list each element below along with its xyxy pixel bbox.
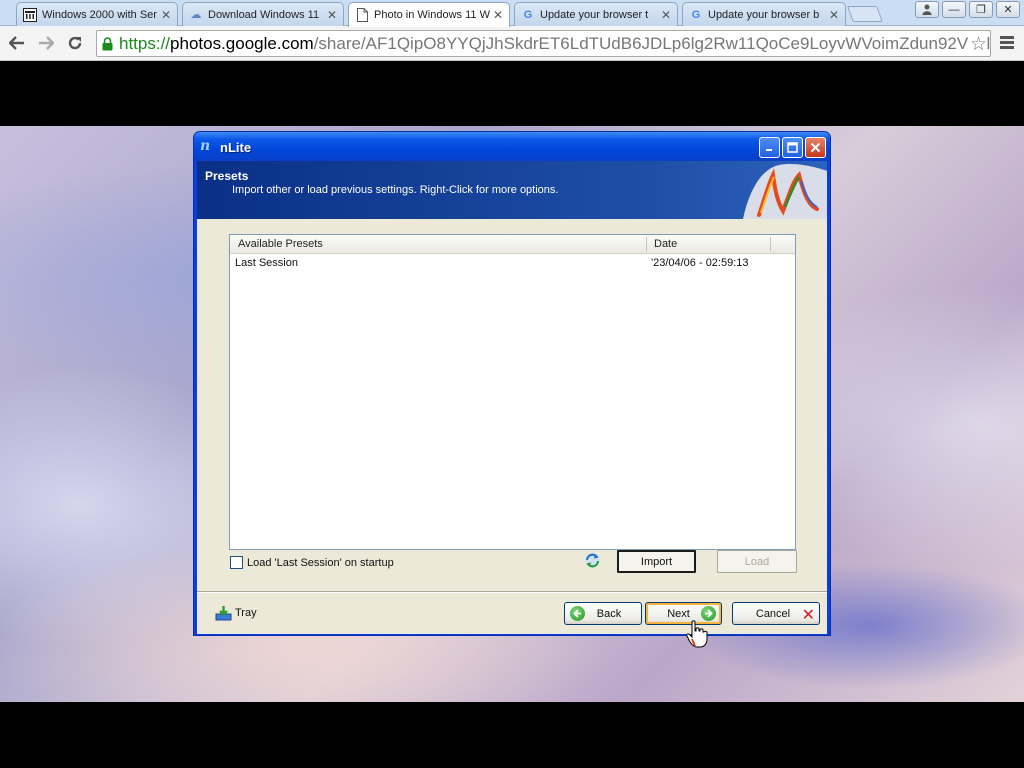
tray-icon: [215, 606, 232, 621]
dialog-body: Presets Import other or load previous se…: [197, 161, 827, 634]
page-header: Presets Import other or load previous se…: [197, 161, 827, 219]
import-button[interactable]: Import: [617, 550, 696, 573]
tab-title: Update your browser b: [708, 8, 820, 21]
preset-date: '23/04/06 - 02:59:13: [651, 257, 749, 269]
lock-icon: [102, 36, 113, 51]
tab-1[interactable]: Windows 2000 with Ser ✕: [16, 2, 178, 26]
checkbox-label: Load 'Last Session' on startup: [247, 556, 394, 569]
list-header: Available Presets Date: [230, 235, 795, 254]
minimize-button[interactable]: —: [942, 1, 966, 18]
close-icon[interactable]: ✕: [491, 8, 505, 22]
user-icon[interactable]: [915, 1, 939, 18]
new-tab-button[interactable]: [847, 6, 883, 22]
window-controls: — ❐ ✕: [915, 1, 1020, 18]
divider: [197, 591, 827, 593]
nlite-logo-icon: [743, 164, 827, 219]
maximize-button[interactable]: [782, 137, 803, 158]
cancel-label: Cancel: [755, 607, 791, 620]
preset-name: Last Session: [235, 257, 298, 269]
hand-cursor-icon: [686, 620, 708, 648]
next-label: Next: [667, 607, 690, 620]
restore-button[interactable]: ❐: [969, 1, 993, 18]
window-titlebar[interactable]: n nLite: [194, 132, 830, 161]
url-path: /share/AF1QipO8YYQjJhSkdrET6LdTUdB6JDLp6…: [313, 33, 991, 53]
list-item[interactable]: Last Session '23/04/06 - 02:59:13: [230, 256, 795, 272]
close-icon[interactable]: ✕: [325, 8, 339, 22]
close-window-button[interactable]: ✕: [996, 1, 1020, 18]
refresh-icon[interactable]: [584, 552, 601, 569]
page-subtitle: Import other or load previous settings. …: [232, 184, 559, 196]
column-divider[interactable]: [770, 237, 771, 251]
tray-button[interactable]: Tray: [215, 605, 257, 621]
address-bar[interactable]: https://photos.google.com/share/AF1QipO8…: [96, 30, 991, 57]
menu-icon[interactable]: [998, 34, 1016, 52]
column-header-presets[interactable]: Available Presets: [238, 238, 323, 250]
archive-icon: [23, 7, 37, 22]
url-host: photos.google.com: [170, 33, 314, 53]
page-icon: [355, 8, 369, 22]
checkbox-box[interactable]: [230, 556, 243, 569]
nlite-app-icon: n: [200, 138, 211, 154]
tab-title: Windows 2000 with Ser: [42, 8, 157, 21]
tab-title: Download Windows 11: [208, 8, 320, 21]
tab-title: Photo in Windows 11 W: [374, 9, 490, 21]
next-button[interactable]: Next: [645, 602, 722, 625]
browser-toolbar: https://photos.google.com/share/AF1QipO8…: [0, 26, 1024, 61]
page-title: Presets: [205, 169, 249, 183]
next-arrow-icon: [701, 606, 716, 621]
tab-4[interactable]: G Update your browser t ✕: [514, 2, 678, 26]
close-button[interactable]: [805, 137, 826, 158]
column-header-date[interactable]: Date: [654, 238, 677, 250]
bookmark-star-icon[interactable]: ☆: [967, 33, 987, 56]
url-scheme: https://: [119, 33, 171, 53]
column-divider[interactable]: [646, 237, 647, 251]
close-icon[interactable]: ✕: [827, 8, 841, 22]
back-label: Back: [596, 607, 622, 620]
close-icon[interactable]: ✕: [659, 8, 673, 22]
back-button[interactable]: Back: [564, 602, 642, 625]
google-icon: G: [691, 8, 701, 21]
forward-arrow-icon[interactable]: [35, 32, 57, 54]
reload-icon[interactable]: [64, 32, 86, 54]
tab-2[interactable]: ☁ Download Windows 11 ✕: [182, 2, 344, 26]
cancel-button[interactable]: Cancel ✕: [732, 602, 820, 625]
close-icon[interactable]: ✕: [159, 8, 173, 22]
minimize-button[interactable]: [759, 137, 780, 158]
load-button[interactable]: Load: [717, 550, 797, 573]
load-last-session-checkbox[interactable]: Load 'Last Session' on startup: [230, 556, 394, 569]
tab-strip: Windows 2000 with Ser ✕ ☁ Download Windo…: [0, 0, 1024, 27]
back-arrow-icon: [570, 606, 585, 621]
tab-title: Update your browser t: [540, 8, 649, 21]
tab-3[interactable]: Photo in Windows 11 W ✕: [348, 2, 510, 27]
tray-label: Tray: [235, 607, 257, 619]
nlite-window: n nLite Presets Import other or load pre…: [193, 131, 831, 636]
back-arrow-icon[interactable]: [6, 32, 28, 54]
red-x-icon: ✕: [801, 607, 815, 624]
presets-list[interactable]: Available Presets Date Last Session '23/…: [229, 234, 796, 550]
cloud-icon: ☁: [190, 9, 202, 21]
google-icon: G: [523, 8, 533, 21]
tab-5[interactable]: G Update your browser b ✕: [682, 2, 846, 26]
window-title: nLite: [220, 140, 252, 155]
